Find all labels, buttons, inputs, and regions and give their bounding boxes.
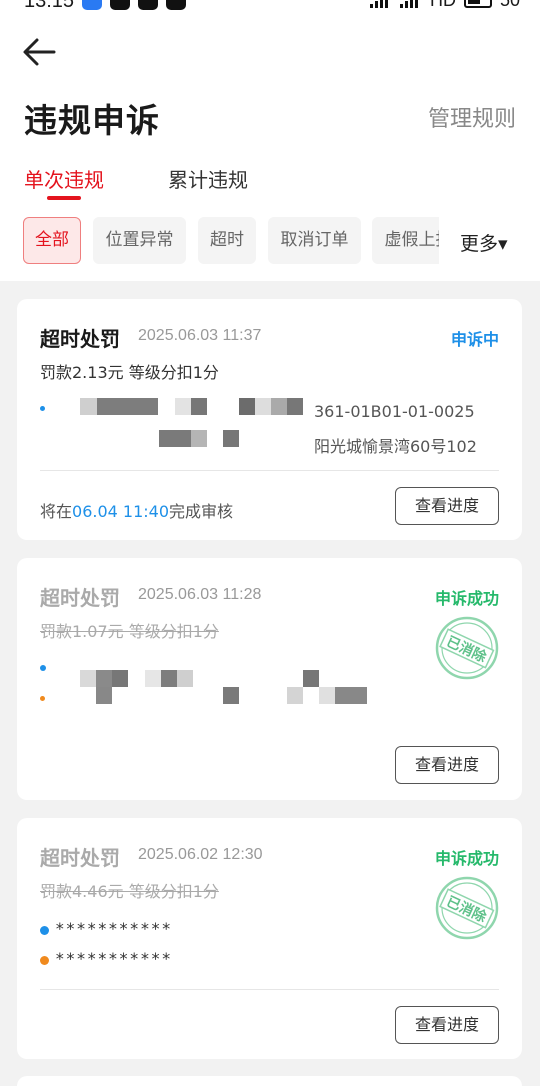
notification-icons bbox=[82, 0, 186, 10]
page-title: 违规申诉 bbox=[24, 101, 160, 140]
back-button[interactable] bbox=[20, 34, 60, 70]
divider bbox=[40, 470, 499, 471]
tab-cumulative-violation[interactable]: 累计违规 bbox=[168, 164, 248, 193]
filter-chips: 全部 位置异常 超时 取消订单 虚假上报 bbox=[23, 217, 439, 265]
location-dot-icon bbox=[40, 956, 49, 965]
redacted-mosaic bbox=[80, 670, 128, 687]
redacted-mosaic bbox=[239, 398, 303, 415]
location-dot-icon bbox=[40, 665, 46, 671]
app-icon bbox=[166, 0, 186, 10]
status-time: 13:15 bbox=[24, 0, 75, 12]
network-type: HD bbox=[429, 0, 456, 10]
fine-text: 罚款4.46元 等级分扣1分 bbox=[40, 882, 219, 901]
active-tab-indicator bbox=[47, 196, 81, 200]
masked-address: *********** bbox=[55, 919, 172, 938]
header-area: 13:15 HD 50 违规申诉 管理规则 单次违规 累计违规 全部 位置异常 … bbox=[0, 0, 540, 281]
redacted-mosaic bbox=[303, 670, 319, 687]
card-time: 2025.06.03 11:37 bbox=[138, 327, 262, 344]
filter-chip-location[interactable]: 位置异常 bbox=[93, 217, 186, 264]
status-badge: 申诉成功 bbox=[434, 849, 499, 868]
more-filters-button[interactable]: 更多▾ bbox=[460, 229, 508, 256]
card-title: 超时处罚 bbox=[40, 846, 120, 870]
violation-card[interactable]: 超时处罚 2025.06.03 11:28 申诉成功 罚款1.07元 等级分扣1… bbox=[17, 558, 522, 800]
tab-single-violation[interactable]: 单次违规 bbox=[24, 164, 104, 193]
redacted-mosaic bbox=[223, 430, 239, 447]
cleared-stamp: 已消除 bbox=[435, 616, 499, 680]
divider bbox=[40, 989, 499, 990]
redacted-mosaic bbox=[80, 398, 158, 415]
location-dot-icon bbox=[40, 926, 49, 935]
signal-icon bbox=[369, 0, 392, 8]
review-note: 将在06.04 11:40完成审核 bbox=[40, 502, 234, 521]
card-time: 2025.06.02 12:30 bbox=[138, 846, 263, 863]
navigation-app-icon bbox=[82, 0, 102, 10]
view-progress-button[interactable]: 查看进度 bbox=[395, 487, 499, 525]
fine-text: 罚款2.13元 等级分扣1分 bbox=[40, 363, 219, 382]
status-badge: 申诉中 bbox=[450, 330, 499, 349]
view-progress-button[interactable]: 查看进度 bbox=[395, 1006, 499, 1044]
app-icon bbox=[138, 0, 158, 10]
filter-chip-false-report[interactable]: 虚假上报 bbox=[372, 217, 439, 264]
status-badge: 申诉成功 bbox=[434, 589, 499, 608]
violation-card[interactable]: 超时处罚 2025.06.03 11:37 申诉中 罚款2.13元 等级分扣1分… bbox=[17, 299, 522, 540]
location-dot-icon bbox=[40, 696, 45, 701]
battery-icon bbox=[463, 0, 492, 8]
app-icon bbox=[110, 0, 130, 10]
status-indicators: HD 50 bbox=[369, 0, 520, 11]
fine-text: 罚款1.07元 等级分扣1分 bbox=[40, 622, 219, 641]
seal-stamp-icon: 已消除 bbox=[435, 616, 499, 680]
violation-card[interactable] bbox=[17, 1076, 522, 1086]
card-title: 超时处罚 bbox=[40, 586, 120, 610]
redacted-mosaic bbox=[223, 687, 239, 704]
address-line: 361-01B01-01-0025 bbox=[314, 402, 475, 421]
redacted-mosaic bbox=[175, 398, 207, 415]
filter-chip-cancel-order[interactable]: 取消订单 bbox=[268, 217, 361, 264]
review-deadline: 06.04 11:40 bbox=[72, 502, 170, 521]
location-dot-icon bbox=[40, 406, 45, 411]
violation-card[interactable]: 超时处罚 2025.06.02 12:30 申诉成功 罚款4.46元 等级分扣1… bbox=[17, 818, 522, 1059]
cleared-stamp: 已消除 bbox=[435, 876, 499, 940]
masked-address: *********** bbox=[55, 949, 172, 968]
seal-stamp-icon: 已消除 bbox=[435, 876, 499, 940]
view-progress-button[interactable]: 查看进度 bbox=[395, 746, 499, 784]
redacted-mosaic bbox=[159, 430, 207, 447]
back-arrow-icon bbox=[23, 38, 56, 66]
card-time: 2025.06.03 11:28 bbox=[138, 586, 262, 603]
signal-icon bbox=[399, 0, 422, 8]
card-title: 超时处罚 bbox=[40, 327, 120, 351]
redacted-mosaic bbox=[287, 687, 367, 704]
battery-level: 50 bbox=[499, 0, 520, 10]
redacted-mosaic bbox=[145, 670, 193, 687]
address-line: 阳光城愉景湾60号102 bbox=[314, 437, 477, 456]
filter-chip-timeout[interactable]: 超时 bbox=[198, 217, 256, 264]
manage-rules-link[interactable]: 管理规则 bbox=[428, 101, 516, 133]
filter-chip-all[interactable]: 全部 bbox=[23, 217, 81, 264]
status-bar: 13:15 HD 50 bbox=[0, 0, 540, 16]
redacted-mosaic bbox=[96, 687, 112, 704]
